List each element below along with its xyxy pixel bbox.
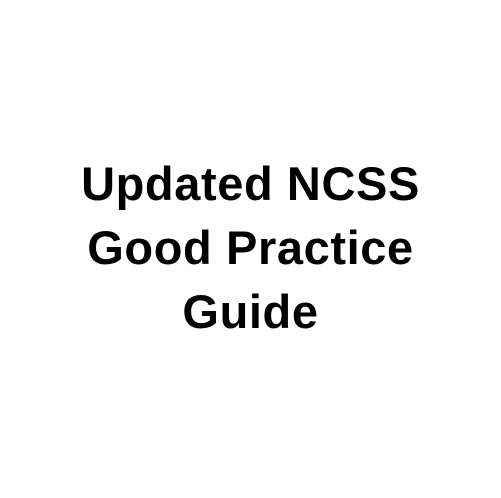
headline: Updated NCSS Good Practice Guide xyxy=(0,152,501,344)
headline-line-1: Updated NCSS xyxy=(81,157,420,210)
headline-line-2: Good Practice xyxy=(87,221,414,274)
headline-line-3: Guide xyxy=(182,285,319,338)
graphic-canvas: Updated NCSS Good Practice Guide xyxy=(0,0,501,498)
